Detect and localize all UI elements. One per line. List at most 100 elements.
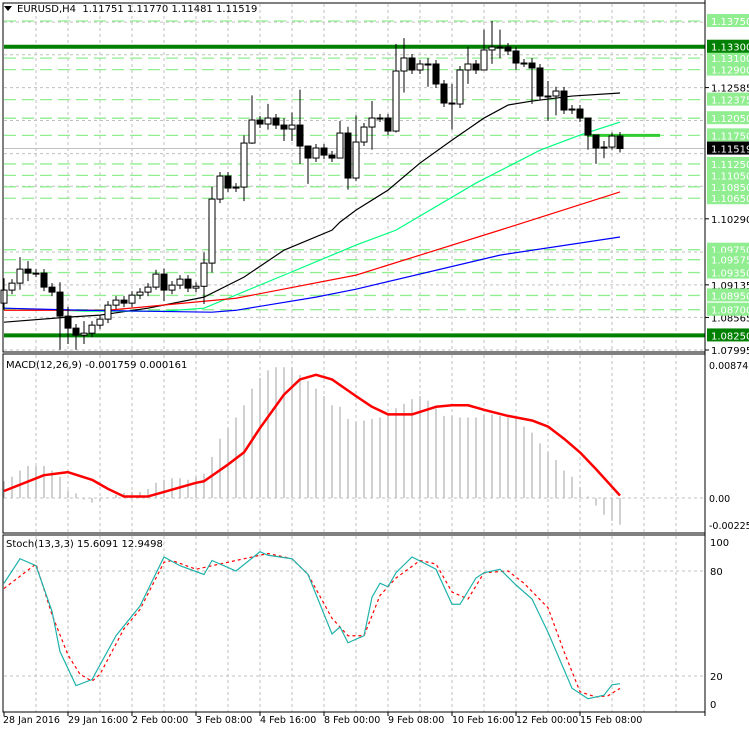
bear-candle xyxy=(56,291,64,317)
bear-candle xyxy=(560,90,568,111)
level-price-label[interactable]: 1.12050 xyxy=(711,114,749,125)
bear-candle xyxy=(616,135,624,150)
level-price-label[interactable]: 1.08700 xyxy=(711,306,749,317)
bull-candle xyxy=(112,299,120,306)
bull-candle xyxy=(232,186,240,189)
time-axis-label[interactable]: 3 Feb 08:00 xyxy=(196,715,252,726)
chevron-down-icon[interactable] xyxy=(4,6,12,11)
bull-candle xyxy=(176,278,184,286)
stoch-scale-label: 80 xyxy=(710,567,723,578)
key-level-price-label[interactable]: 1.13300 xyxy=(711,43,749,54)
bear-candle xyxy=(528,62,536,69)
time-axis-label[interactable]: 8 Feb 00:00 xyxy=(324,715,380,726)
candles xyxy=(0,21,624,350)
bear-candle xyxy=(72,327,80,336)
key-level-price-label[interactable]: 1.08250 xyxy=(711,331,749,342)
time-axis-label[interactable]: 12 Feb 00:00 xyxy=(516,715,578,726)
grid xyxy=(4,4,705,712)
price-scale[interactable]: 1.125851.102901.091351.085651.079951.137… xyxy=(705,14,749,711)
level-price-label[interactable]: 1.13750 xyxy=(711,17,749,28)
stoch-panel xyxy=(3,551,621,700)
time-axis-label[interactable]: 2 Feb 00:00 xyxy=(132,715,188,726)
level-price-label[interactable]: 1.12375 xyxy=(711,96,749,107)
bear-candle xyxy=(408,57,416,71)
bull-candle xyxy=(424,63,432,66)
macd-panel xyxy=(3,367,621,525)
bear-candle xyxy=(536,67,544,97)
bull-candle xyxy=(488,46,496,51)
stoch-scale-label: 100 xyxy=(710,538,729,549)
stoch-scale-label: 20 xyxy=(710,672,723,683)
bear-candle xyxy=(448,102,456,105)
time-axis[interactable]: 28 Jan 2016 29 Jan 16:00 2 Feb 00:00 3 Feb … xyxy=(3,712,642,726)
time-axis-label[interactable]: 15 Feb 08:00 xyxy=(580,715,642,726)
bear-candle xyxy=(224,175,232,189)
level-price-label[interactable]: 1.11750 xyxy=(711,131,749,142)
ohlc-values: 1.11751 1.11770 1.11481 1.11519 xyxy=(82,4,258,15)
bull-candle xyxy=(464,63,472,71)
bull-candle xyxy=(0,289,8,304)
stoch-header: Stoch(13,3,3) 15.6091 12.9498 xyxy=(6,539,163,550)
macd-header: MACD(12,26,9) -0.001759 0.000161 xyxy=(6,360,188,371)
symbol-label: EURUSD,H4 xyxy=(17,4,77,15)
stoch-scale-label: 0 xyxy=(710,700,716,711)
bull-candle xyxy=(216,175,224,200)
bull-candle xyxy=(376,117,384,120)
bear-candle xyxy=(184,278,192,289)
bull-candle xyxy=(16,268,24,284)
time-axis-label[interactable]: 9 Feb 08:00 xyxy=(388,715,444,726)
bear-candle xyxy=(384,117,392,132)
panel-border xyxy=(2,534,706,713)
bear-candle xyxy=(304,145,312,159)
current-price-label[interactable]: 1.11519 xyxy=(711,145,749,156)
bull-candle xyxy=(240,142,248,188)
level-price-label[interactable]: 1.09350 xyxy=(711,269,749,280)
bull-candle xyxy=(8,282,16,291)
bear-candle xyxy=(344,132,352,179)
bull-candle xyxy=(400,57,408,72)
bear-candle xyxy=(280,124,288,130)
chart-header: EURUSD,H4 1.11751 1.11770 1.11481 1.1151… xyxy=(4,4,257,15)
bear-candle xyxy=(24,268,32,274)
bear-candle xyxy=(584,117,592,136)
ma-fast-line xyxy=(3,92,621,323)
bear-candle xyxy=(320,147,328,156)
level-price-label[interactable]: 1.10650 xyxy=(711,194,749,205)
bull-candle xyxy=(248,119,256,144)
bull-candle xyxy=(600,146,608,149)
bear-candle xyxy=(504,46,512,52)
price-scale-label: 1.07995 xyxy=(711,346,749,357)
moving-averages xyxy=(3,92,621,323)
bear-candle xyxy=(512,50,520,64)
price-scale-label: 1.10290 xyxy=(711,215,749,226)
bull-candle xyxy=(352,141,360,179)
ma-mid-line xyxy=(3,121,621,312)
macd-scale-label: 0.00 xyxy=(709,494,730,505)
bear-candle xyxy=(272,117,280,126)
time-axis-label[interactable]: 28 Jan 2016 xyxy=(3,715,60,726)
bull-candle xyxy=(312,147,320,159)
level-price-label[interactable]: 1.12900 xyxy=(711,66,749,77)
bear-candle xyxy=(160,273,168,291)
bull-candle xyxy=(152,273,160,288)
bear-candle xyxy=(48,286,56,293)
time-axis-label[interactable]: 10 Feb 16:00 xyxy=(452,715,514,726)
bear-candle xyxy=(296,124,304,147)
bull-candle xyxy=(136,291,144,296)
macd-signal-line xyxy=(3,373,621,498)
bear-candle xyxy=(432,63,440,85)
bear-candle xyxy=(120,299,128,304)
stoch-signal-line xyxy=(3,552,621,698)
macd-scale-label: 0.008748 xyxy=(709,361,749,372)
bull-candle xyxy=(520,62,528,65)
bear-candle xyxy=(440,83,448,104)
level-price-label[interactable]: 1.09575 xyxy=(711,256,749,267)
panel-border xyxy=(2,353,706,534)
bear-candle xyxy=(592,134,600,149)
bull-candle xyxy=(32,272,40,275)
time-axis-label[interactable]: 4 Feb 16:00 xyxy=(260,715,316,726)
level-price-label[interactable]: 1.08950 xyxy=(711,291,749,302)
bear-candle xyxy=(256,119,264,125)
bull-candle xyxy=(360,126,368,143)
time-axis-label[interactable]: 29 Jan 16:00 xyxy=(68,715,128,726)
